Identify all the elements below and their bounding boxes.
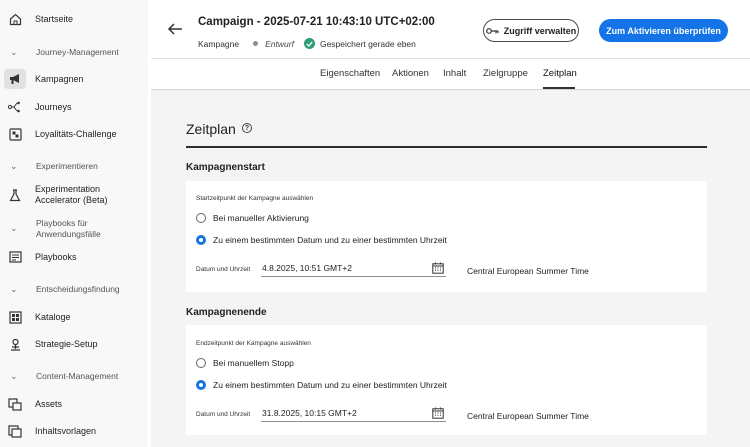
start-heading: Kampagnenstart xyxy=(186,162,265,173)
radio-label: Bei manuellem Stopp xyxy=(213,358,294,368)
calendar-icon[interactable] xyxy=(432,407,444,422)
section-label: Playbooks für Anwendungsfälle xyxy=(36,218,101,239)
loyalty-icon xyxy=(8,127,22,141)
chevron-down-icon: ⌄ xyxy=(10,161,18,171)
end-option-date[interactable]: Zu einem bestimmten Datum und zu einer b… xyxy=(196,380,447,390)
radio-button-selected[interactable] xyxy=(196,235,206,245)
radio-button-selected[interactable] xyxy=(196,380,206,390)
sidebar-item-label: Startseite xyxy=(35,13,74,24)
journey-icon xyxy=(8,100,22,114)
end-heading: Kampagnenende xyxy=(186,307,267,318)
sidebar-item-label: Kampagnen xyxy=(35,73,84,84)
sidebar-item-assets[interactable]: Assets xyxy=(8,397,142,411)
title-divider xyxy=(186,146,707,148)
start-datetime-field[interactable]: 4.8.2025, 10:51 GMT+2 xyxy=(261,261,446,277)
chevron-down-icon: ⌄ xyxy=(10,284,18,294)
sidebar-item-label: Kataloge xyxy=(35,311,71,322)
end-card: Endzeitpunkt der Kampagne auswählen Bei … xyxy=(186,325,707,435)
sidebar-item-label: Inhaltsvorlagen xyxy=(35,425,97,436)
sidebar-item-strategy[interactable]: Strategie-Setup xyxy=(8,337,142,351)
page-title: Zeitplan xyxy=(186,121,236,137)
start-datetime-value: 4.8.2025, 10:51 GMT+2 xyxy=(262,263,353,273)
status-dot-icon xyxy=(253,41,259,46)
key-icon xyxy=(485,27,499,34)
template-icon xyxy=(8,424,22,438)
sidebar-item-label: Journeys xyxy=(35,101,72,112)
section-label: Journey-Management xyxy=(36,47,119,57)
sidebar: Startseite ⌄ Journey-Management Kampagne… xyxy=(0,0,148,447)
section-experimentation[interactable]: ⌄ Experimentieren xyxy=(10,161,98,172)
start-label: Startzeitpunkt der Kampagne auswählen xyxy=(196,195,314,202)
end-timezone: Central European Summer Time xyxy=(467,411,589,421)
flask-icon xyxy=(8,188,22,202)
manage-access-label: Zugriff verwalten xyxy=(503,25,577,36)
section-label: Content-Management xyxy=(36,371,119,381)
review-activate-button[interactable]: Zum Aktivieren überprüfen xyxy=(599,19,728,42)
campaign-meta: Kampagne Entwurf Gespeichert gerade eben xyxy=(198,38,416,49)
radio-button[interactable] xyxy=(196,213,206,223)
sidebar-item-label: Experimentation Accelerator (Beta) xyxy=(35,184,108,205)
radio-button[interactable] xyxy=(196,358,206,368)
section-journey-management[interactable]: ⌄ Journey-Management xyxy=(10,47,119,58)
start-card: Startzeitpunkt der Kampagne auswählen Be… xyxy=(186,181,707,292)
sidebar-item-campaigns[interactable]: Kampagnen xyxy=(4,69,144,89)
start-option-manual[interactable]: Bei manueller Aktivierung xyxy=(196,213,309,223)
tab-actions[interactable]: Aktionen xyxy=(392,68,429,79)
status-badge: Entwurf xyxy=(265,38,294,49)
sidebar-item-accelerator[interactable]: Experimentation Accelerator (Beta) xyxy=(8,184,142,206)
section-label: Entscheidungsfindung xyxy=(36,284,120,294)
campaign-type: Kampagne xyxy=(198,38,240,49)
start-option-date[interactable]: Zu einem bestimmten Datum und zu einer b… xyxy=(196,235,447,245)
chevron-down-icon: ⌄ xyxy=(10,371,18,381)
sidebar-item-templates[interactable]: Inhaltsvorlagen xyxy=(8,424,142,438)
sidebar-item-home[interactable]: Startseite xyxy=(8,12,142,26)
end-label: Endzeitpunkt der Kampagne auswählen xyxy=(196,340,311,347)
chevron-down-icon: ⌄ xyxy=(10,223,18,233)
sidebar-item-label: Strategie-Setup xyxy=(35,338,98,349)
help-icon[interactable]: ? xyxy=(242,123,252,133)
radio-label: Bei manueller Aktivierung xyxy=(213,213,309,223)
tab-properties[interactable]: Eigenschaften xyxy=(320,68,380,79)
sidebar-item-label: Playbooks xyxy=(35,251,77,262)
section-label: Experimentieren xyxy=(36,161,98,171)
section-decisioning[interactable]: ⌄ Entscheidungsfindung xyxy=(10,284,120,295)
sidebar-item-playbooks[interactable]: Playbooks xyxy=(8,250,142,264)
tab-schedule[interactable]: Zeitplan xyxy=(543,68,577,79)
radio-label: Zu einem bestimmten Datum und zu einer b… xyxy=(213,380,447,390)
end-datetime-value: 31.8.2025, 10:15 GMT+2 xyxy=(262,408,357,418)
checkmark-icon xyxy=(303,38,315,49)
sidebar-item-catalogs[interactable]: Kataloge xyxy=(8,310,142,324)
tab-content[interactable]: Inhalt xyxy=(443,68,466,79)
playbook-icon xyxy=(8,250,22,264)
radio-label: Zu einem bestimmten Datum und zu einer b… xyxy=(213,235,447,245)
end-datetime-label: Datum und Uhrzeit xyxy=(196,411,251,418)
calendar-icon[interactable] xyxy=(432,262,444,277)
manage-access-button[interactable]: Zugriff verwalten xyxy=(483,19,579,42)
home-icon xyxy=(8,12,22,26)
start-datetime-label: Datum und Uhrzeit xyxy=(196,266,251,273)
assets-icon xyxy=(8,397,22,411)
sidebar-item-journeys[interactable]: Journeys xyxy=(8,100,142,114)
end-datetime-field[interactable]: 31.8.2025, 10:15 GMT+2 xyxy=(261,406,446,422)
sidebar-item-label: Loyalitäts-Challenge xyxy=(35,128,117,139)
strategy-icon xyxy=(8,337,22,351)
tab-audience[interactable]: Zielgruppe xyxy=(483,68,528,79)
save-status: Gespeichert gerade eben xyxy=(319,38,416,49)
end-option-manual[interactable]: Bei manuellem Stopp xyxy=(196,358,294,368)
section-playbooks[interactable]: ⌄ Playbooks für Anwendungsfälle xyxy=(10,218,116,239)
back-arrow-icon[interactable] xyxy=(166,21,184,37)
sidebar-item-loyalty[interactable]: Loyalitäts-Challenge xyxy=(8,127,142,141)
chevron-down-icon: ⌄ xyxy=(10,47,18,57)
catalog-icon xyxy=(8,310,22,324)
sidebar-item-label: Assets xyxy=(35,398,63,409)
section-content-management[interactable]: ⌄ Content-Management xyxy=(10,371,118,382)
tab-bar: Eigenschaften Aktionen Inhalt Zielgruppe… xyxy=(151,59,750,89)
start-timezone: Central European Summer Time xyxy=(467,266,589,276)
megaphone-icon xyxy=(4,69,26,89)
campaign-title: Campaign - 2025-07-21 10:43:10 UTC+02:00 xyxy=(198,16,435,28)
